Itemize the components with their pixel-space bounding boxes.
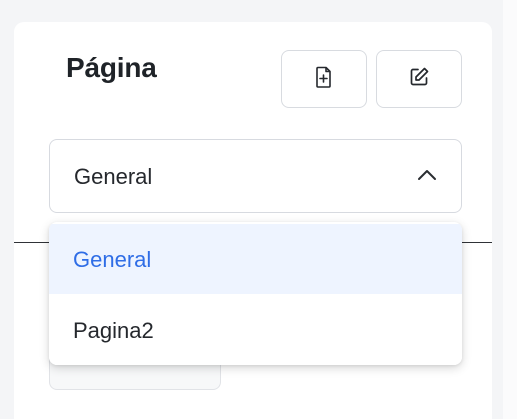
window-edge [503, 0, 517, 419]
page-select-dropdown: General Pagina2 [49, 222, 462, 365]
chevron-up-icon [415, 166, 439, 184]
document-add-icon [313, 65, 335, 94]
page-select-value: General [74, 164, 153, 189]
add-page-button[interactable] [281, 50, 367, 108]
page-title: Página [66, 52, 157, 83]
page-select[interactable]: General [49, 139, 462, 213]
edit-page-button[interactable] [376, 50, 462, 108]
dropdown-option-pagina2[interactable]: Pagina2 [49, 295, 462, 365]
edit-icon [407, 65, 431, 94]
dropdown-option-general[interactable]: General [49, 224, 462, 294]
